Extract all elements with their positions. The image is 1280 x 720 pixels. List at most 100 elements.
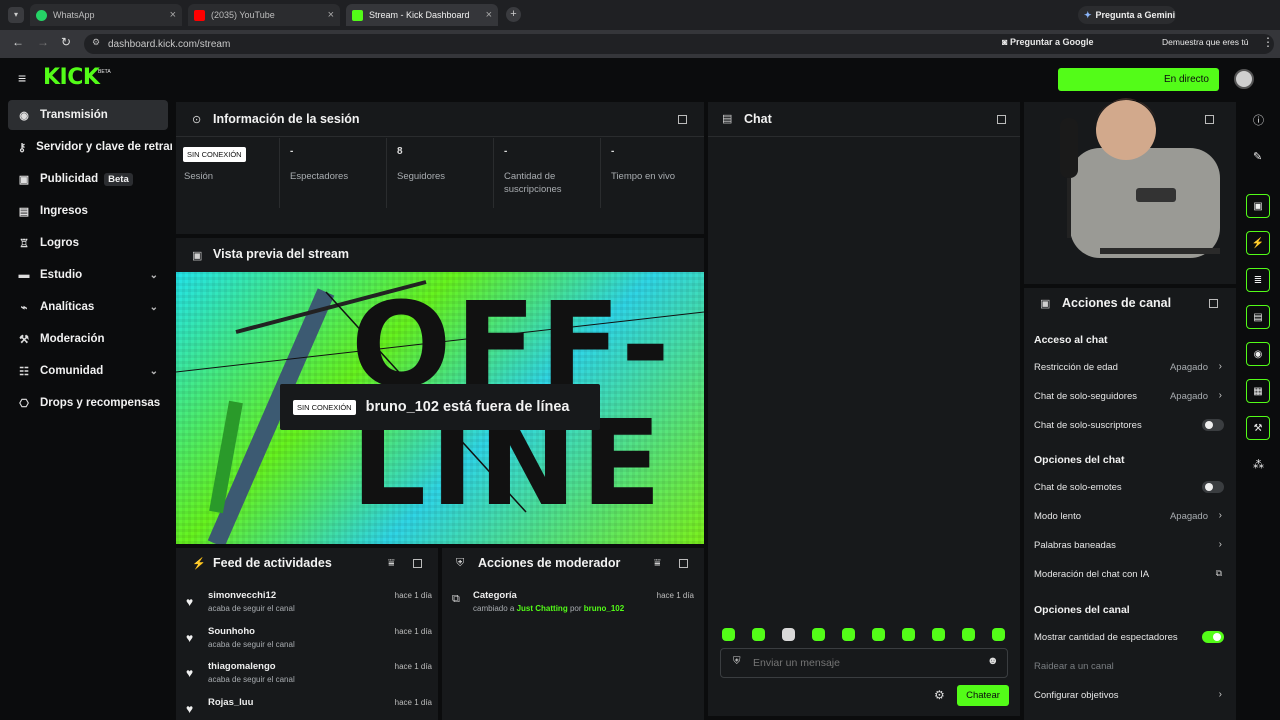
emote-9[interactable] xyxy=(962,628,975,641)
verify-chip[interactable]: Demuestra que eres tú xyxy=(1162,37,1248,47)
avatar[interactable] xyxy=(1234,69,1254,89)
logo-beta-mark: BETA xyxy=(98,69,111,75)
gemini-button[interactable]: ✦ Pregunta a Gemini xyxy=(1078,6,1176,24)
emote-2[interactable] xyxy=(752,628,765,641)
setting-label: Chat de solo-suscriptores xyxy=(1034,420,1142,431)
sidebar-item-drops[interactable]: ⎔ Drops y recompensas xyxy=(8,388,168,418)
new-tab-button[interactable]: + xyxy=(506,7,521,22)
info-icon: ⊙ xyxy=(192,114,202,126)
browser-menu-icon[interactable]: ⋮ xyxy=(1262,35,1274,49)
external-link-icon: ⧉ xyxy=(1215,568,1222,578)
rail-tools-button[interactable]: ⚒ xyxy=(1246,416,1270,440)
reload-icon[interactable]: ↻ xyxy=(61,35,71,49)
rail-chat-button[interactable]: ▤ xyxy=(1246,305,1270,329)
emote-3[interactable] xyxy=(782,628,795,641)
session-info-panel: ⊙ Información de la sesión SIN CONEXIÓN … xyxy=(176,102,704,234)
widgets-icon[interactable]: ⁂ xyxy=(1253,458,1264,471)
expand-icon[interactable] xyxy=(997,115,1006,124)
tab-whatsapp[interactable]: WhatsApp × xyxy=(30,4,182,26)
close-icon[interactable]: × xyxy=(170,9,176,21)
rail-video-button[interactable]: ▣ xyxy=(1246,194,1270,218)
emote-10[interactable] xyxy=(992,628,1005,641)
sidebar-item-moderacion[interactable]: ⚒ Moderación xyxy=(8,324,168,354)
sidebar-item-logros[interactable]: ♖ Logros xyxy=(8,228,168,258)
setting-status: Apagado xyxy=(1169,511,1208,522)
forward-icon[interactable]: → xyxy=(37,35,49,49)
expand-icon[interactable] xyxy=(413,559,422,568)
filter-icon[interactable]: ⩸ xyxy=(654,557,661,570)
rail-webcam-button[interactable]: ◉ xyxy=(1246,342,1270,366)
tab-list-button[interactable]: ▾ xyxy=(8,7,24,23)
chat-input[interactable] xyxy=(753,654,983,672)
info-icon[interactable]: ⓘ xyxy=(1253,112,1264,128)
sidebar-item-analiticas[interactable]: ⌁ Analíticas ⌄ xyxy=(8,292,168,322)
filter-icon[interactable]: ⩸ xyxy=(388,557,395,570)
setting-banned-words[interactable]: Palabras baneadas › xyxy=(1034,539,1224,558)
hamburger-menu-icon[interactable]: ≡ xyxy=(18,70,26,86)
feed-user[interactable]: simonvecchi12 xyxy=(208,590,276,601)
send-chat-button[interactable]: Chatear xyxy=(957,685,1009,706)
expand-icon[interactable] xyxy=(678,115,687,124)
back-icon[interactable]: ← xyxy=(12,35,24,49)
sidebar-item-label: Moderación xyxy=(40,333,105,345)
feed-time: hace 1 día xyxy=(394,698,432,707)
shield-icon: ⛨ xyxy=(733,656,741,667)
expand-icon[interactable] xyxy=(679,559,688,568)
setting-raid-channel[interactable]: Raidear a un canal xyxy=(1034,661,1224,679)
feed-user[interactable]: Sounhoho xyxy=(208,626,255,637)
send-chat-label: Chatear xyxy=(966,690,1000,701)
chat-settings-icon[interactable]: ⚙ xyxy=(934,688,945,702)
sidebar-item-ingresos[interactable]: ▤ Ingresos xyxy=(8,196,168,226)
category-icon: ⧉ xyxy=(452,593,460,605)
emote-6[interactable] xyxy=(872,628,885,641)
feed-user[interactable]: Rojas_luu xyxy=(208,697,253,708)
close-icon[interactable]: × xyxy=(328,9,334,21)
tab-youtube[interactable]: (2035) YouTube × xyxy=(188,4,340,26)
feed-action: acaba de seguir el canal xyxy=(208,640,295,649)
url-field[interactable]: ⚙ dashboard.kick.com/stream ◙ Preguntar … xyxy=(84,34,1274,54)
rail-list-button[interactable]: ≣ xyxy=(1246,268,1270,292)
sidebar-item-comunidad[interactable]: ☷ Comunidad ⌄ xyxy=(8,356,168,386)
mod-action-user[interactable]: bruno_102 xyxy=(584,604,624,613)
subscribers-only-toggle[interactable] xyxy=(1202,419,1224,431)
section-heading: Opciones del canal xyxy=(1034,604,1130,616)
emote-4[interactable] xyxy=(812,628,825,641)
emoji-icon[interactable]: ☻ xyxy=(987,655,999,667)
emote-7[interactable] xyxy=(902,628,915,641)
setting-slow-mode[interactable]: Modo lento Apagado › xyxy=(1034,510,1224,529)
feed-user[interactable]: thiagomalengo xyxy=(208,661,276,672)
close-icon[interactable]: × xyxy=(486,9,492,21)
hammer-icon: ⚒ xyxy=(19,333,29,346)
stat-label: Tiempo en vivo xyxy=(611,171,676,182)
ask-google-chip[interactable]: ◙ Preguntar a Google xyxy=(1002,37,1093,47)
emote-1[interactable] xyxy=(722,628,735,641)
site-info-icon[interactable]: ⚙ xyxy=(92,37,100,48)
setting-subscribers-only: Chat de solo-suscriptores xyxy=(1034,419,1224,438)
setting-age-restriction[interactable]: Restricción de edad Apagado › xyxy=(1034,361,1224,380)
key-icon: ⚷ xyxy=(18,141,27,154)
mod-action-category[interactable]: Just Chatting xyxy=(517,604,568,613)
stat-value: - xyxy=(504,146,508,157)
sidebar-item-servidor[interactable]: ⚷ Servidor y clave de retransmisión xyxy=(8,132,172,162)
kick-dashboard: ≡ KICK BETA En directo ◉ Transmisión ⚷ S… xyxy=(0,58,1280,720)
edit-icon[interactable]: ✎ xyxy=(1253,150,1262,163)
emotes-only-toggle[interactable] xyxy=(1202,481,1224,493)
emote-8[interactable] xyxy=(932,628,945,641)
rail-lightning-button[interactable]: ⚡ xyxy=(1246,231,1270,255)
sidebar-item-estudio[interactable]: ▬ Estudio ⌄ xyxy=(8,260,168,290)
chevron-right-icon: › xyxy=(1218,539,1222,550)
emote-5[interactable] xyxy=(842,628,855,641)
broadcast-icon: ◉ xyxy=(19,109,29,122)
expand-icon[interactable] xyxy=(1209,299,1218,308)
rail-channel-button[interactable]: ▦ xyxy=(1246,379,1270,403)
sidebar-item-publicidad[interactable]: ▣ Publicidad Beta xyxy=(8,164,168,194)
tab-kick-dashboard[interactable]: Stream - Kick Dashboard × xyxy=(346,4,498,26)
offline-image: OFF-LINE SIN CONEXIÓN bruno_102 está fue… xyxy=(176,272,704,544)
setting-goals[interactable]: Configurar objetivos › xyxy=(1034,689,1224,708)
show-viewer-count-toggle[interactable] xyxy=(1202,631,1224,643)
sidebar-item-transmision[interactable]: ◉ Transmisión xyxy=(8,100,168,130)
setting-followers-only[interactable]: Chat de solo-seguidores Apagado › xyxy=(1034,390,1224,409)
kick-logo[interactable]: KICK xyxy=(43,65,100,90)
setting-emotes-only: Chat de solo-emotes xyxy=(1034,481,1224,500)
setting-ai-moderation[interactable]: Moderación del chat con IA ⧉ xyxy=(1034,568,1224,587)
